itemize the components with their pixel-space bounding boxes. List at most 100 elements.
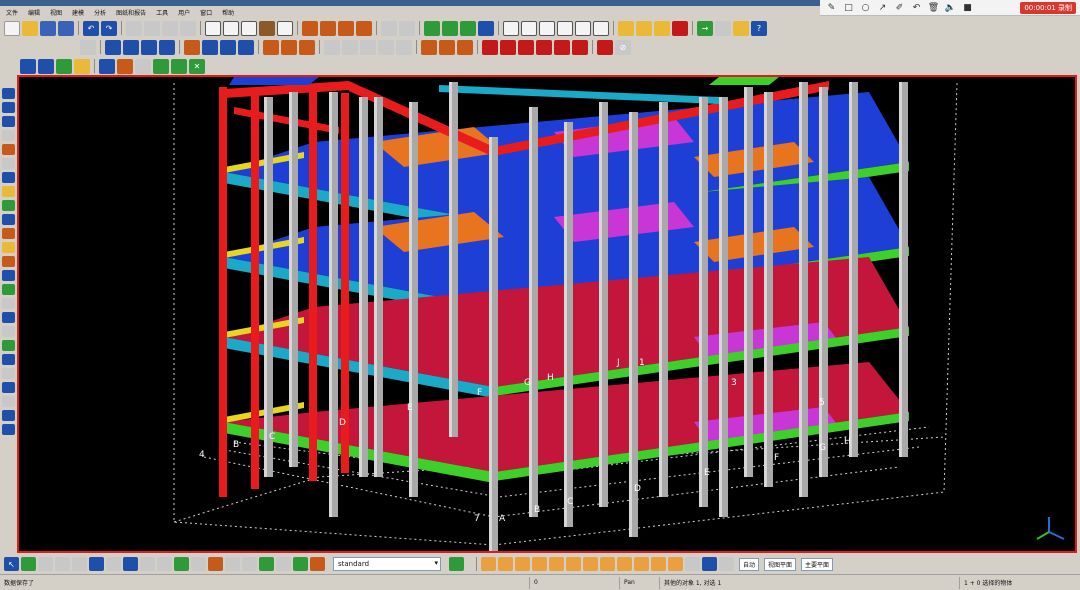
redo-icon[interactable]: ↷ [101, 20, 117, 36]
left-tool-20-icon[interactable] [2, 354, 15, 365]
pad-footing-icon[interactable] [220, 39, 236, 55]
trash-icon[interactable]: 🗑 [928, 2, 939, 13]
bottom-tool-15-icon[interactable] [242, 557, 257, 571]
snap-mid-icon[interactable] [153, 58, 169, 74]
concrete-polybeam-icon[interactable] [360, 39, 376, 55]
snap-point-10-icon[interactable] [634, 557, 649, 571]
left-tool-8-icon[interactable] [2, 186, 15, 197]
numbering-icon[interactable] [338, 20, 354, 36]
left-tool-17-icon[interactable] [2, 312, 15, 323]
menu-file[interactable]: 文件 [6, 8, 18, 17]
arrow-icon[interactable]: → [697, 20, 713, 36]
strip-footing-icon[interactable] [238, 39, 254, 55]
snap-geometry-icon[interactable] [117, 58, 133, 74]
left-tool-21-icon[interactable] [2, 368, 15, 379]
axis-icon[interactable] [478, 20, 494, 36]
view-window-3-icon[interactable] [241, 20, 257, 36]
snap-end-icon[interactable] [135, 58, 151, 74]
frame-icon[interactable] [277, 20, 293, 36]
combine-icon[interactable] [597, 39, 613, 55]
concrete-panel-icon[interactable] [378, 39, 394, 55]
concrete-wall-icon[interactable] [396, 39, 412, 55]
left-tool-11-icon[interactable] [2, 228, 15, 239]
left-tool-25-icon[interactable] [2, 424, 15, 435]
bottom-tool-6-icon[interactable] [89, 557, 104, 571]
bottom-tool-12-icon[interactable] [191, 557, 206, 571]
undo-icon[interactable]: ↶ [911, 2, 922, 13]
left-tool-24-icon[interactable] [2, 410, 15, 421]
left-tool-5-icon[interactable] [2, 144, 15, 155]
left-tool-10-icon[interactable] [2, 214, 15, 225]
menu-window[interactable]: 窗口 [200, 8, 212, 17]
contour-plate-icon[interactable] [263, 39, 279, 55]
snap-point-1-icon[interactable] [481, 557, 496, 571]
left-tool-19-icon[interactable] [2, 340, 15, 351]
snap-2-icon[interactable] [521, 20, 537, 36]
left-tool-15-icon[interactable] [2, 284, 15, 295]
menu-analysis[interactable]: 分析 [94, 8, 106, 17]
recording-timer[interactable]: 00:00:01 录制 [1020, 1, 1076, 14]
clash-check-icon[interactable] [672, 20, 688, 36]
bottom-tool-3-icon[interactable] [38, 557, 53, 571]
bottom-tool-19-icon[interactable] [310, 557, 325, 571]
left-tool-18-icon[interactable] [2, 326, 15, 337]
measure-4-icon[interactable] [593, 20, 609, 36]
beam-icon[interactable] [105, 39, 121, 55]
bottom-tool-17-icon[interactable] [276, 557, 291, 571]
left-tool-9-icon[interactable] [2, 200, 15, 211]
structural-model-3d[interactable]: A B C D E F G H E F G H J 1 3 4 5 7 B C D [19, 77, 1075, 551]
bottom-tool-5-icon[interactable] [72, 557, 87, 571]
component-3-icon[interactable] [460, 20, 476, 36]
snap-reference-icon[interactable] [99, 58, 115, 74]
grid-icon[interactable] [259, 20, 275, 36]
column-icon[interactable] [202, 39, 218, 55]
cut-line-icon[interactable] [482, 39, 498, 55]
material-icon[interactable] [618, 20, 634, 36]
left-tool-12-icon[interactable] [2, 242, 15, 253]
snap-override-icon[interactable] [685, 557, 700, 571]
left-tool-7-icon[interactable] [2, 172, 15, 183]
view-properties-icon[interactable] [449, 557, 464, 571]
view-name-select[interactable]: standard ▾ [333, 557, 441, 571]
cut-polygon-icon[interactable] [500, 39, 516, 55]
left-tool-23-icon[interactable] [2, 396, 15, 407]
select-pointer-icon[interactable]: ↖ [4, 557, 19, 571]
point-icon[interactable] [80, 39, 96, 55]
menu-tools[interactable]: 工具 [156, 8, 168, 17]
bottom-tool-18-icon[interactable] [293, 557, 308, 571]
curved-beam-icon[interactable] [141, 39, 157, 55]
component-icon[interactable] [424, 20, 440, 36]
select-all-icon[interactable] [20, 58, 36, 74]
view-window-2-icon[interactable] [223, 20, 239, 36]
menu-modeling[interactable]: 建模 [72, 8, 84, 17]
select-filter-icon[interactable] [381, 20, 397, 36]
select-component-icon[interactable] [74, 58, 90, 74]
display-icon[interactable] [715, 20, 731, 36]
bottom-tool-7-icon[interactable] [106, 557, 121, 571]
menu-help[interactable]: 帮助 [222, 8, 234, 17]
concrete-slab-icon[interactable] [299, 39, 315, 55]
arrow-icon[interactable]: ↗ [877, 2, 888, 13]
bottom-tool-13-icon[interactable] [208, 557, 223, 571]
split-icon[interactable] [572, 39, 588, 55]
copy-icon[interactable] [126, 20, 142, 36]
model-viewport[interactable]: A B C D E F G H E F G H J 1 3 4 5 7 B C D [17, 75, 1077, 553]
rotate-icon[interactable] [180, 20, 196, 36]
left-tool-16-icon[interactable] [2, 298, 15, 309]
light-icon[interactable] [733, 20, 749, 36]
bottom-tool-4-icon[interactable] [55, 557, 70, 571]
measure-icon[interactable] [539, 20, 555, 36]
open-folder-icon[interactable] [22, 20, 38, 36]
snap-intersection-icon[interactable] [171, 58, 187, 74]
pen-icon[interactable]: ✎ [826, 2, 837, 13]
measure-3-icon[interactable] [575, 20, 591, 36]
save-icon[interactable] [40, 20, 56, 36]
drawing-list-icon[interactable] [302, 20, 318, 36]
menu-user[interactable]: 用户 [178, 8, 190, 17]
material-3-icon[interactable] [654, 20, 670, 36]
menu-view[interactable]: 视图 [50, 8, 62, 17]
select-parts-icon[interactable] [38, 58, 54, 74]
material-2-icon[interactable] [636, 20, 652, 36]
help-icon[interactable]: ? [751, 20, 767, 36]
measure-2-icon[interactable] [557, 20, 573, 36]
